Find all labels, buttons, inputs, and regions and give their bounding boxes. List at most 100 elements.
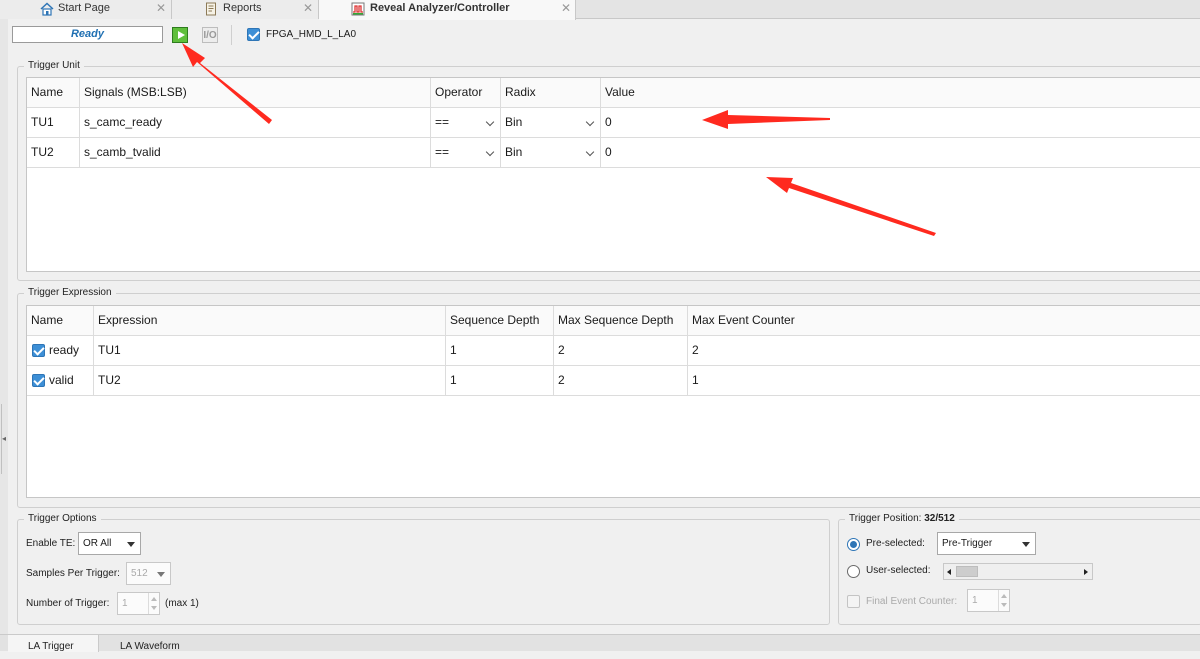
final-event-counter-value: 1 [972, 595, 978, 606]
group-title: Trigger Unit [24, 60, 84, 72]
operator-combo[interactable]: == [431, 108, 501, 138]
tab-reports[interactable]: Reports ✕ [172, 0, 319, 19]
enable-te-dropdown[interactable]: OR All [78, 532, 141, 555]
pre-selected-value: Pre-Trigger [942, 538, 993, 549]
number-of-trigger-label: Number of Trigger: [26, 598, 110, 609]
chevron-down-icon [485, 117, 495, 127]
te-name-cell[interactable]: ready [27, 336, 94, 366]
analyzer-icon [351, 2, 365, 22]
close-icon[interactable]: ✕ [156, 0, 166, 17]
samples-per-trigger-dropdown[interactable]: 512 [126, 562, 171, 585]
trigger-expression-table: Name Expression Sequence Depth Max Seque… [26, 305, 1200, 498]
scroll-right-icon[interactable] [1084, 569, 1088, 575]
user-selected-radio[interactable] [847, 565, 860, 578]
dropdown-arrow-icon [1022, 542, 1030, 547]
te-max-event-counter-cell[interactable]: 1 [688, 366, 1200, 396]
final-event-counter-spinner[interactable]: 1 [967, 589, 1010, 612]
report-icon [204, 2, 218, 22]
io-icon[interactable]: I/O [202, 27, 218, 43]
number-of-trigger-max: (max 1) [165, 598, 199, 609]
te-max-sequence-depth-cell: 2 [554, 366, 688, 396]
enable-te-label: Enable TE: [26, 538, 76, 549]
bottom-tab-bar: LA Trigger LA Waveform [0, 634, 1200, 652]
radix-combo[interactable]: Bin [501, 138, 601, 168]
spinner-buttons[interactable] [998, 590, 1009, 611]
trigger-position-title: Trigger Position: [849, 513, 922, 524]
te-name-cell[interactable]: valid [27, 366, 94, 396]
te-sequence-depth-cell[interactable]: 1 [446, 366, 554, 396]
column-header[interactable]: Expression [94, 306, 446, 336]
te-name: ready [49, 343, 80, 357]
status-field: Ready [12, 26, 163, 43]
column-header[interactable]: Max Sequence Depth [554, 306, 688, 336]
close-icon[interactable]: ✕ [303, 0, 313, 17]
column-header[interactable]: Signals (MSB:LSB) [80, 78, 431, 108]
column-header[interactable]: Operator [431, 78, 501, 108]
column-header[interactable]: Max Event Counter [688, 306, 1200, 336]
te-expression-cell[interactable]: TU1 [94, 336, 446, 366]
chevron-down-icon [585, 117, 595, 127]
spin-down-icon [151, 606, 157, 610]
trigger-position-value: 32/512 [924, 513, 955, 524]
run-icon[interactable] [172, 27, 188, 43]
chevron-down-icon [485, 147, 495, 157]
operator-value: == [435, 145, 450, 159]
left-side-strip [0, 19, 8, 651]
te-enable-checkbox[interactable] [32, 374, 45, 387]
pre-selected-radio[interactable] [847, 538, 860, 551]
te-max-event-counter-cell[interactable]: 2 [688, 336, 1200, 366]
spinner-buttons[interactable] [148, 593, 159, 614]
trigger-unit-table: Name Signals (MSB:LSB) Operator Radix Va… [26, 77, 1200, 272]
chevron-down-icon [585, 147, 595, 157]
operator-combo[interactable]: == [431, 138, 501, 168]
close-icon[interactable]: ✕ [561, 0, 571, 17]
pre-selected-dropdown[interactable]: Pre-Trigger [937, 532, 1036, 555]
tu-name-cell[interactable]: TU1 [27, 108, 80, 138]
device-checkbox[interactable] [247, 28, 260, 41]
column-header[interactable]: Sequence Depth [446, 306, 554, 336]
tab-label: Reports [223, 2, 262, 14]
column-header[interactable]: Name [27, 306, 94, 336]
tu-value-cell[interactable]: 0 [601, 108, 1200, 138]
pre-selected-label: Pre-selected: [866, 538, 925, 549]
spin-up-icon [1001, 594, 1007, 598]
user-selected-label: User-selected: [866, 565, 931, 576]
te-max-sequence-depth-cell: 2 [554, 336, 688, 366]
tab-reveal-analyzer[interactable]: Reveal Analyzer/Controller ✕ [319, 0, 576, 20]
column-header[interactable]: Name [27, 78, 80, 108]
radix-combo[interactable]: Bin [501, 108, 601, 138]
home-icon [40, 2, 54, 22]
tu-name-cell[interactable]: TU2 [27, 138, 80, 168]
spin-down-icon [1001, 603, 1007, 607]
group-title: Trigger Expression [24, 287, 116, 299]
tab-la-waveform[interactable]: LA Waveform [110, 635, 190, 652]
slider-thumb[interactable] [956, 566, 978, 577]
dropdown-arrow-icon [127, 542, 135, 547]
radix-value: Bin [505, 145, 523, 159]
group-title: Trigger Position: 32/512 [845, 513, 959, 525]
tu-value-cell[interactable]: 0 [601, 138, 1200, 168]
number-of-trigger-spinner[interactable]: 1 [117, 592, 160, 615]
te-enable-checkbox[interactable] [32, 344, 45, 357]
operator-value: == [435, 115, 450, 129]
tu-signal-cell[interactable]: s_camc_ready [80, 108, 431, 138]
final-event-counter-label: Final Event Counter: [866, 596, 958, 607]
dropdown-arrow-icon [157, 572, 165, 577]
tu-signal-cell[interactable]: s_camb_tvalid [80, 138, 431, 168]
toolbar-separator [231, 25, 232, 45]
collapse-handle[interactable]: ◂ [1, 404, 7, 474]
group-title: Trigger Options [24, 513, 101, 525]
trigger-position-slider[interactable] [943, 563, 1093, 580]
tab-la-trigger[interactable]: LA Trigger [8, 635, 99, 652]
number-of-trigger-value: 1 [122, 598, 128, 609]
column-header[interactable]: Radix [501, 78, 601, 108]
te-expression-cell[interactable]: TU2 [94, 366, 446, 396]
column-header[interactable]: Value [601, 78, 1200, 108]
final-event-counter-checkbox[interactable] [847, 595, 860, 608]
editor-tab-bar: Start Page ✕ Reports ✕ Reveal Analyzer/C… [0, 0, 1200, 20]
tab-label: Start Page [58, 2, 110, 14]
radix-value: Bin [505, 115, 523, 129]
te-sequence-depth-cell[interactable]: 1 [446, 336, 554, 366]
scroll-left-icon[interactable] [947, 569, 951, 575]
tab-start-page[interactable]: Start Page ✕ [0, 0, 172, 19]
